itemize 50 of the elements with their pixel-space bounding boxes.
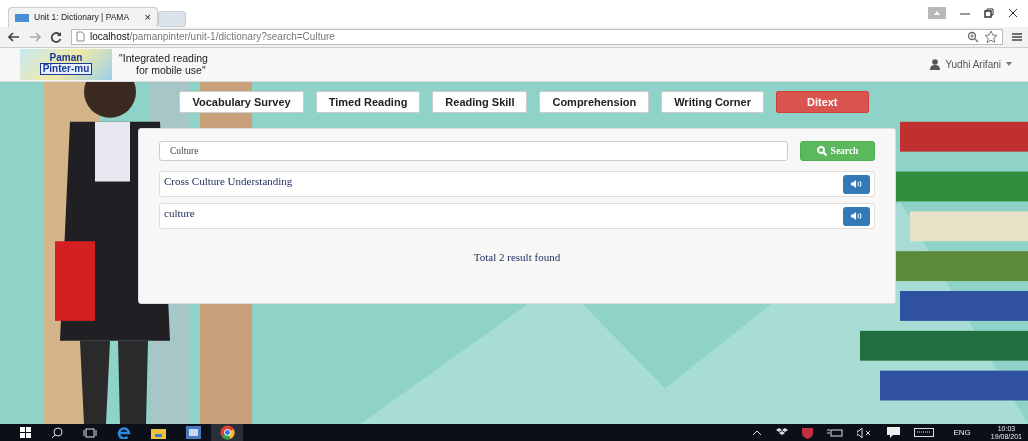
zoom-icon[interactable]	[967, 30, 979, 43]
speaker-icon	[851, 212, 862, 221]
tagline: "Integrated reading	[119, 52, 208, 65]
notification-icon[interactable]	[886, 427, 900, 438]
search-icon[interactable]	[51, 426, 63, 439]
user-menu[interactable]: Yudhi Arifani	[945, 58, 1001, 70]
nav-button[interactable]: Comprehension	[539, 90, 650, 113]
page-icon	[76, 31, 85, 43]
reload-icon[interactable]	[50, 30, 62, 43]
close-icon[interactable]	[1008, 8, 1018, 19]
nav-button[interactable]: Writing Corner	[661, 90, 764, 113]
shield-icon[interactable]	[801, 426, 813, 439]
menu-icon[interactable]	[1012, 31, 1022, 42]
user-icon	[930, 58, 941, 70]
address-bar[interactable]: localhost/pamanpinter/unit-1/dictionary?search=Culture	[71, 28, 1003, 45]
browser-e-icon[interactable]	[117, 426, 131, 439]
result-term: Cross Culture Understanding	[164, 174, 293, 187]
folder-icon[interactable]	[151, 426, 166, 439]
star-icon[interactable]	[984, 30, 998, 44]
browser-tab[interactable]: Unit 1: Dictionary | PAMA ×	[8, 6, 158, 27]
task-view-icon[interactable]	[83, 427, 97, 438]
tab-title: Unit 1: Dictionary | PAMA	[34, 12, 130, 23]
site-logo[interactable]: Paman Pinter-mu	[20, 48, 112, 80]
muted-speaker-icon[interactable]	[856, 427, 873, 438]
keyboard-icon[interactable]	[913, 428, 934, 437]
result-count: Total 2 result found	[472, 250, 562, 263]
dropbox-icon[interactable]	[775, 427, 788, 438]
search-field[interactable]: Culture	[159, 140, 788, 161]
chevron-up-icon[interactable]	[751, 429, 762, 436]
speaker-icon	[851, 180, 862, 189]
back-icon[interactable]	[8, 31, 20, 42]
caret-icon	[1006, 62, 1012, 67]
battery-icon[interactable]	[826, 427, 843, 438]
result-term: culture	[164, 206, 195, 219]
url-text: localhost/pamanpinter/unit-1/dictionary?search=Culture	[90, 31, 335, 43]
pronounce-button[interactable]	[843, 174, 870, 194]
pronounce-button[interactable]	[843, 206, 870, 226]
logo-text: Pinter-mu	[39, 63, 93, 76]
windows-start-icon[interactable]	[20, 427, 31, 438]
document-app-icon[interactable]	[186, 426, 201, 439]
language-indicator[interactable]: ENG	[953, 428, 971, 437]
search-icon	[816, 145, 827, 156]
restore-icon[interactable]	[984, 8, 994, 19]
nav-button[interactable]: Reading Skill	[432, 90, 528, 113]
tagline: for mobile use"	[135, 64, 207, 77]
logo-text: Paman	[49, 53, 83, 64]
chrome-icon[interactable]	[219, 425, 235, 440]
nav-button[interactable]: Vocabulary Survey	[179, 90, 304, 113]
close-tab-button[interactable]: ×	[144, 11, 151, 24]
page-icon	[15, 12, 29, 23]
